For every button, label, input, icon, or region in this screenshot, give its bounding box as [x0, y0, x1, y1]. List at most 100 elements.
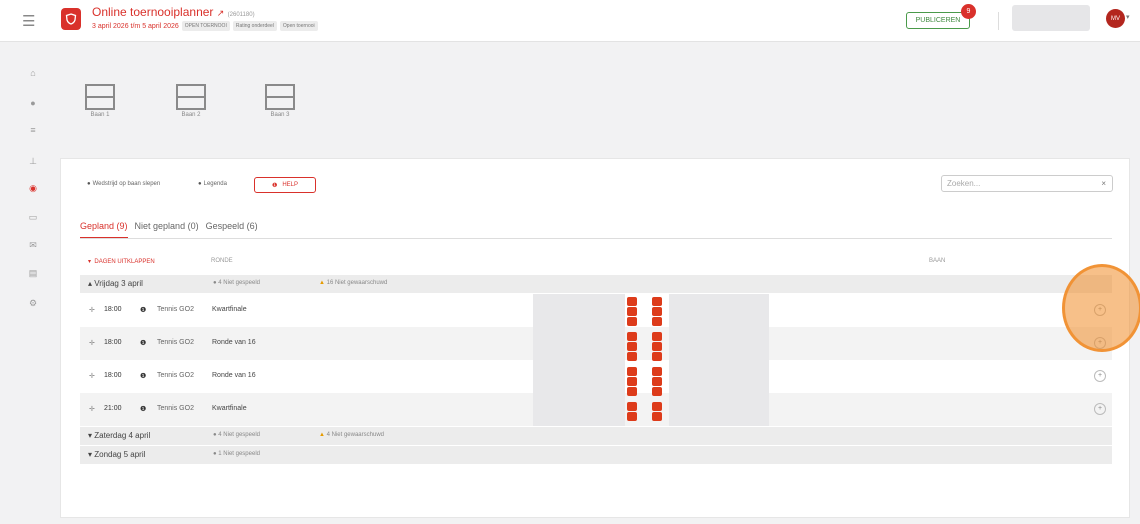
player-flags-left	[627, 297, 637, 422]
not-played-text: 4 Niet gespeeld	[218, 280, 260, 286]
tab-bar: Gepland (9) Niet gepland (0) Gespeeld (6…	[80, 221, 265, 239]
info-icon[interactable]: ❶	[140, 372, 146, 380]
not-notified-status: ▲ 4 Niet gewaarschuwd	[319, 432, 384, 438]
not-played-status: ● 1 Niet gespeeld	[213, 451, 260, 457]
settings-icon[interactable]: ⚙	[28, 298, 38, 308]
drag-handle-icon[interactable]: ✛	[89, 405, 95, 413]
day-name: Vrijdag 3 april	[94, 279, 143, 288]
warning-icon: ▲	[319, 432, 325, 438]
planner-icon[interactable]: ◉	[28, 183, 38, 193]
expand-days-toggle[interactable]: ▾ DAGEN UITKLAPPEN	[88, 258, 155, 265]
court-label: Baan 1	[90, 112, 110, 118]
tab-gespeeld[interactable]: Gespeeld (6)	[206, 221, 258, 239]
warning-icon: ▲	[319, 280, 325, 286]
not-notified-text: 4 Niet gewaarschuwd	[326, 432, 384, 438]
day-name: Zaterdag 4 april	[94, 431, 151, 440]
tab-niet-gepland[interactable]: Niet gepland (0)	[135, 221, 199, 239]
tab-gepland[interactable]: Gepland (9)	[80, 221, 128, 239]
court-1[interactable]: Baan 1	[85, 84, 115, 118]
day-row-friday[interactable]: ▴ Vrijdag 3 april ● 4 Niet gespeeld ▲ 16…	[80, 275, 1112, 293]
list-icon[interactable]: ≡	[28, 125, 38, 135]
match-location: Tennis GO2	[157, 405, 194, 412]
print-icon[interactable]: ▤	[28, 268, 38, 278]
not-notified-status: ▲ 16 Niet gewaarschuwd	[319, 280, 387, 286]
home-icon[interactable]: ⌂	[28, 68, 38, 78]
expand-days-label[interactable]: DAGEN UITKLAPPEN	[94, 259, 154, 265]
chip-drag-label: Wedstrijd op baan slepen	[92, 181, 161, 187]
flag-icon	[652, 377, 662, 386]
court-3[interactable]: Baan 3	[265, 84, 295, 118]
publish-button[interactable]: PUBLICEREN	[906, 12, 970, 29]
drag-handle-icon[interactable]: ✛	[89, 372, 95, 380]
assign-court-button[interactable]: +	[1094, 403, 1106, 415]
chevron-down-icon[interactable]: ▾	[1126, 13, 1130, 21]
court-2[interactable]: Baan 2	[176, 84, 206, 118]
day-row-sunday[interactable]: ▾ Zondag 5 april ● 1 Niet gespeeld	[80, 446, 1112, 464]
flag-icon	[652, 307, 662, 316]
alert-icon: ❶	[271, 182, 278, 189]
clear-search-icon[interactable]: ×	[1101, 179, 1106, 188]
match-time: 21:00	[104, 405, 122, 412]
flag-icon	[627, 352, 637, 361]
match-round: Ronde van 16	[212, 372, 256, 379]
day-row-saturday[interactable]: ▾ Zaterdag 4 april ● 4 Niet gespeeld ▲ 4…	[80, 427, 1112, 445]
chip-legend-label: Legenda	[203, 181, 227, 187]
app-title[interactable]: Online toernooiplanner ↗ (2601180)	[92, 5, 255, 19]
cursor-highlight	[1062, 264, 1140, 352]
court-icon	[176, 84, 206, 110]
info-icon[interactable]: ❶	[140, 306, 146, 314]
app-title-text[interactable]: Online toernooiplanner	[92, 5, 213, 19]
player-names-blurred	[533, 294, 625, 426]
flag-icon	[627, 342, 637, 351]
caret-up-icon: ▴	[88, 279, 93, 288]
match-time: 18:00	[104, 372, 122, 379]
flag-icon	[652, 342, 662, 351]
match-time: 18:00	[104, 339, 122, 346]
info-icon[interactable]: ❶	[140, 339, 146, 347]
column-header-court: BAAN	[929, 258, 946, 264]
assign-court-button[interactable]: +	[1094, 370, 1106, 382]
draw-tree-icon[interactable]: ⊥	[28, 156, 38, 166]
publish-count-badge: 9	[961, 4, 976, 19]
flag-icon	[627, 307, 637, 316]
flag-icon	[652, 297, 662, 306]
day-label: ▾ Zaterdag 4 april	[88, 431, 150, 440]
court-label: Baan 2	[181, 112, 201, 118]
info-dot-icon: ●	[87, 181, 91, 187]
not-notified-text: 16 Niet gewaarschuwd	[326, 280, 388, 286]
screen-icon[interactable]: ▭	[28, 212, 38, 222]
tournament-logo	[61, 8, 81, 30]
info-icon[interactable]: ❶	[140, 405, 146, 413]
flag-icon	[627, 387, 637, 396]
help-label: HELP	[282, 182, 299, 188]
flag-icon	[652, 367, 662, 376]
user-name-blurred[interactable]	[1012, 5, 1090, 31]
tab-divider	[80, 238, 1112, 239]
tag-rating: Rating onderdeel	[232, 21, 277, 31]
drag-handle-icon[interactable]: ✛	[89, 339, 95, 347]
flag-icon	[652, 402, 662, 411]
hamburger-menu-icon[interactable]: ☰	[22, 12, 35, 30]
search-input[interactable]: Zoeken... ×	[941, 175, 1113, 192]
day-label: ▾ Zondag 5 april	[88, 450, 145, 459]
players-icon[interactable]: ●	[28, 98, 38, 108]
court-icon	[85, 84, 115, 110]
search-placeholder: Zoeken...	[947, 179, 981, 188]
not-played-status: ● 4 Niet gespeeld	[213, 280, 260, 286]
court-label: Baan 3	[270, 112, 290, 118]
flag-icon	[627, 332, 637, 341]
chip-legend[interactable]: ● Legenda	[198, 181, 227, 187]
external-link-icon[interactable]: ↗	[217, 8, 225, 18]
flag-icon	[627, 412, 637, 421]
player-flags-right	[652, 297, 662, 422]
mail-icon[interactable]: ✉	[28, 240, 38, 250]
chip-drag-match[interactable]: ● Wedstrijd op baan slepen	[87, 181, 160, 187]
help-button[interactable]: ❶ HELP	[254, 177, 316, 193]
flag-icon	[652, 412, 662, 421]
avatar[interactable]: MV	[1106, 9, 1125, 28]
info-dot-icon: ●	[198, 181, 202, 187]
tournament-dates: 3 april 2026 t/m 5 april 2026	[92, 22, 179, 30]
drag-handle-icon[interactable]: ✛	[89, 306, 95, 314]
not-played-text: 1 Niet gespeeld	[218, 451, 260, 457]
top-bar: ☰ Online toernooiplanner ↗ (2601180) 3 a…	[0, 0, 1140, 42]
